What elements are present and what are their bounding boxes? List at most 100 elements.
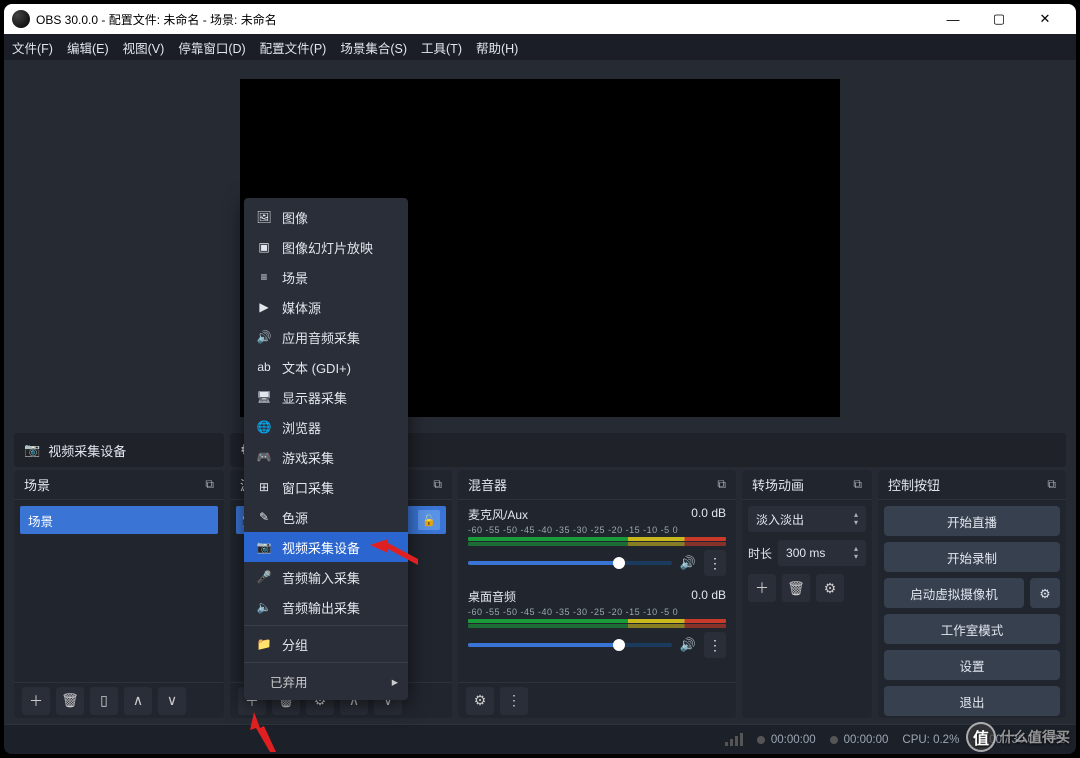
mixer-gear-button[interactable]: ⚙ [466, 687, 494, 715]
duration-label: 时长 [748, 545, 772, 562]
close-button[interactable]: ✕ [1022, 4, 1068, 34]
titlebar: OBS 30.0.0 - 配置文件: 未命名 - 场景: 未命名 — ▢ ✕ [4, 4, 1076, 34]
watermark: 值 什么值得买 [966, 722, 1070, 752]
mixer-header[interactable]: 混音器⧉ [458, 470, 736, 500]
mixer-toolbar: ⚙ ⋮ [458, 682, 736, 718]
volume-slider[interactable] [468, 561, 672, 565]
annotation-arrow [370, 535, 420, 575]
ctx-item-图像[interactable]: 🖼 图像 [244, 202, 408, 232]
channel-db: 0.0 dB [691, 506, 726, 523]
ctx-label: 浏览器 [282, 418, 321, 437]
ctx-label: 游戏采集 [282, 448, 334, 467]
popout-icon[interactable]: ⧉ [853, 477, 862, 492]
menu-view[interactable]: 视图(V) [123, 38, 165, 57]
channel-menu-button[interactable]: ⋮ [704, 550, 726, 576]
scenes-toolbar: ＋ 🗑 ▯ ∧ ∨ [14, 682, 224, 718]
start-stream-button[interactable]: 开始直播 [884, 506, 1060, 536]
menu-profile[interactable]: 配置文件(P) [260, 38, 327, 57]
popout-icon[interactable]: ⧉ [205, 477, 214, 492]
duration-input[interactable]: 300 ms ▴▾ [778, 540, 866, 566]
ctx-label: 场景 [282, 268, 308, 287]
add-scene-button[interactable]: ＋ [22, 687, 50, 715]
controls-header[interactable]: 控制按钮⧉ [878, 470, 1066, 500]
ctx-item-应用音频采集[interactable]: 🔊应用音频采集 [244, 322, 408, 352]
ctx-item-图像幻灯片放映[interactable]: ▣图像幻灯片放映 [244, 232, 408, 262]
meter-bar [468, 619, 726, 623]
menubar: 文件(F) 编辑(E) 视图(V) 停靠窗口(D) 配置文件(P) 场景集合(S… [4, 34, 1076, 60]
ctx-item-显示器采集[interactable]: 🖥显示器采集 [244, 382, 408, 412]
ctx-item-音频输出采集[interactable]: 🔈音频输出采集 [244, 592, 408, 622]
cpu-status: CPU: 0.2% [902, 734, 959, 746]
remove-scene-button[interactable]: 🗑 [56, 687, 84, 715]
scene-item[interactable]: 场景 [20, 506, 218, 534]
channel-name: 桌面音频 [468, 588, 516, 605]
ctx-icon: ⊞ [256, 480, 272, 494]
ctx-label: 显示器采集 [282, 388, 347, 407]
menu-help[interactable]: 帮助(H) [476, 38, 518, 57]
start-record-button[interactable]: 开始录制 [884, 542, 1060, 572]
recording-status: 00:00:00 [757, 734, 816, 746]
scene-up-button[interactable]: ∧ [124, 687, 152, 715]
menu-tools[interactable]: 工具(T) [421, 38, 462, 57]
vcam-settings-button[interactable]: ⚙ [1030, 578, 1060, 608]
camera-icon: 📷 [24, 442, 40, 458]
ctx-label: 视频采集设备 [282, 538, 360, 557]
maximize-button[interactable]: ▢ [976, 4, 1022, 34]
menu-file[interactable]: 文件(F) [12, 38, 53, 57]
start-vcam-button[interactable]: 启动虚拟摄像机 [884, 578, 1024, 608]
mixer-channel-mic: 麦克风/Aux0.0 dB -60 -55 -50 -45 -40 -35 -3… [464, 506, 730, 576]
meter-scale: -60 -55 -50 -45 -40 -35 -30 -25 -20 -15 … [464, 607, 730, 617]
lock-toggle[interactable]: 🔓 [418, 510, 440, 530]
menu-docks[interactable]: 停靠窗口(D) [178, 38, 245, 57]
exit-button[interactable]: 退出 [884, 686, 1060, 716]
preview-area[interactable] [4, 60, 1076, 430]
ctx-item-group[interactable]: 📁分组 [244, 629, 408, 659]
studio-mode-button[interactable]: 工作室模式 [884, 614, 1060, 644]
popout-icon[interactable]: ⧉ [1047, 477, 1056, 492]
network-indicator [725, 733, 743, 746]
scenes-header[interactable]: 场景⧉ [14, 470, 224, 500]
ctx-item-窗口采集[interactable]: ⊞窗口采集 [244, 472, 408, 502]
window-title: OBS 30.0.0 - 配置文件: 未命名 - 场景: 未命名 [36, 11, 277, 28]
channel-menu-button[interactable]: ⋮ [704, 632, 726, 658]
speaker-icon[interactable]: 🔊 [680, 637, 696, 653]
controls-panel: 控制按钮⧉ 开始直播 开始录制 启动虚拟摄像机 ⚙ 工作室模式 设置 退出 [878, 470, 1066, 718]
ctx-label: 媒体源 [282, 298, 321, 317]
ctx-item-deprecated[interactable]: 已弃用▸ [244, 666, 408, 696]
transition-select[interactable]: 淡入淡出 ▴▾ [748, 506, 866, 532]
ctx-icon: 🖼 [256, 210, 272, 224]
annotation-arrow [246, 712, 286, 752]
add-transition-button[interactable]: ＋ [748, 574, 776, 602]
mixer-menu-button[interactable]: ⋮ [500, 687, 528, 715]
settings-button[interactable]: 设置 [884, 650, 1060, 680]
ctx-item-色源[interactable]: ✎色源 [244, 502, 408, 532]
ctx-label: 图像 [282, 208, 308, 227]
scene-filter-button[interactable]: ▯ [90, 687, 118, 715]
channel-name: 麦克风/Aux [468, 506, 528, 523]
ctx-item-媒体源[interactable]: ▶ 媒体源 [244, 292, 408, 322]
popout-icon[interactable]: ⧉ [717, 477, 726, 492]
speaker-icon[interactable]: 🔊 [680, 555, 696, 571]
ctx-icon: 🔊 [256, 330, 272, 344]
menu-scene-collection[interactable]: 场景集合(S) [340, 38, 407, 57]
ctx-icon: 🔈 [256, 600, 272, 614]
ctx-item-游戏采集[interactable]: 🎮游戏采集 [244, 442, 408, 472]
transition-props-button[interactable]: ⚙ [816, 574, 844, 602]
transitions-header[interactable]: 转场动画⧉ [742, 470, 872, 500]
minimize-button[interactable]: — [930, 4, 976, 34]
ctx-item-文本 (GDI+)[interactable]: ab文本 (GDI+) [244, 352, 408, 382]
selected-source-label: 视频采集设备 [48, 441, 126, 460]
ctx-icon: ▶ [256, 300, 272, 314]
channel-db: 0.0 dB [691, 588, 726, 605]
ctx-label: 色源 [282, 508, 308, 527]
selected-source-box: 📷 视频采集设备 [14, 433, 224, 467]
scene-down-button[interactable]: ∨ [158, 687, 186, 715]
ctx-icon: 🎤 [256, 570, 272, 584]
volume-slider[interactable] [468, 643, 672, 647]
ctx-item-场景[interactable]: ≡场景 [244, 262, 408, 292]
remove-transition-button[interactable]: 🗑 [782, 574, 810, 602]
menu-edit[interactable]: 编辑(E) [67, 38, 109, 57]
popout-icon[interactable]: ⧉ [433, 477, 442, 492]
ctx-label: 音频输入采集 [282, 568, 360, 587]
ctx-item-浏览器[interactable]: 🌐浏览器 [244, 412, 408, 442]
